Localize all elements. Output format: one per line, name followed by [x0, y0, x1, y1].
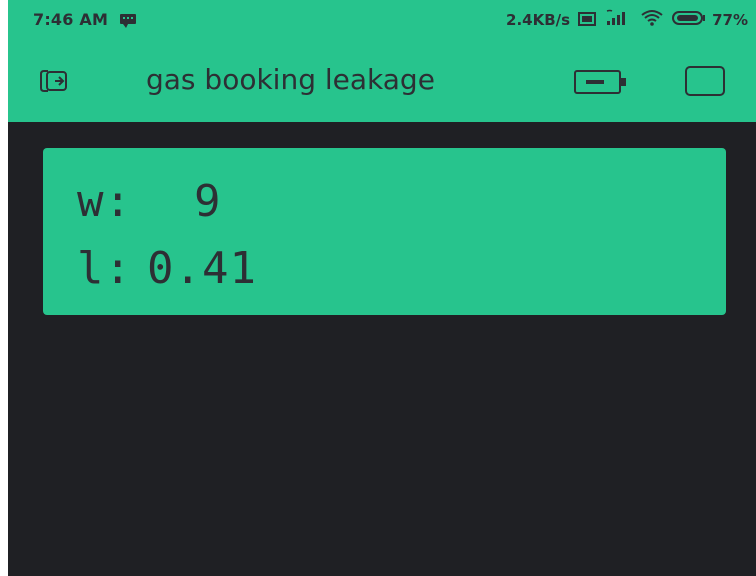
app-screen: 7:46 AM 2.4KB/s 77% gas booking leakage … — [8, 0, 756, 576]
device-icon[interactable] — [574, 68, 628, 96]
lcd-line-2-value: 0.41 — [147, 243, 257, 294]
status-time: 7:46 AM — [33, 10, 109, 29]
battery-icon — [672, 10, 706, 30]
storage-icon — [578, 11, 597, 30]
network-speed: 2.4KB/s — [506, 11, 571, 29]
status-right-area: 2.4KB/s 77% — [506, 9, 748, 31]
lcd-line-1-value: 9 — [194, 176, 222, 227]
page-title: gas booking leakage — [146, 63, 435, 96]
app-toolbar: gas booking leakage — [8, 40, 756, 122]
exit-icon[interactable] — [38, 68, 70, 94]
message-icon — [118, 12, 138, 28]
lcd-line-2-prefix: l: — [77, 243, 132, 294]
status-bar: 7:46 AM 2.4KB/s 77% — [8, 0, 756, 40]
battery-percentage: 77% — [712, 11, 748, 29]
lcd-line-1-prefix: w: — [77, 176, 132, 227]
lcd-display-widget: w: 9 l: 0.41 — [43, 148, 726, 315]
signal-icon — [604, 9, 632, 31]
square-button[interactable] — [685, 66, 725, 96]
wifi-icon — [640, 9, 664, 31]
